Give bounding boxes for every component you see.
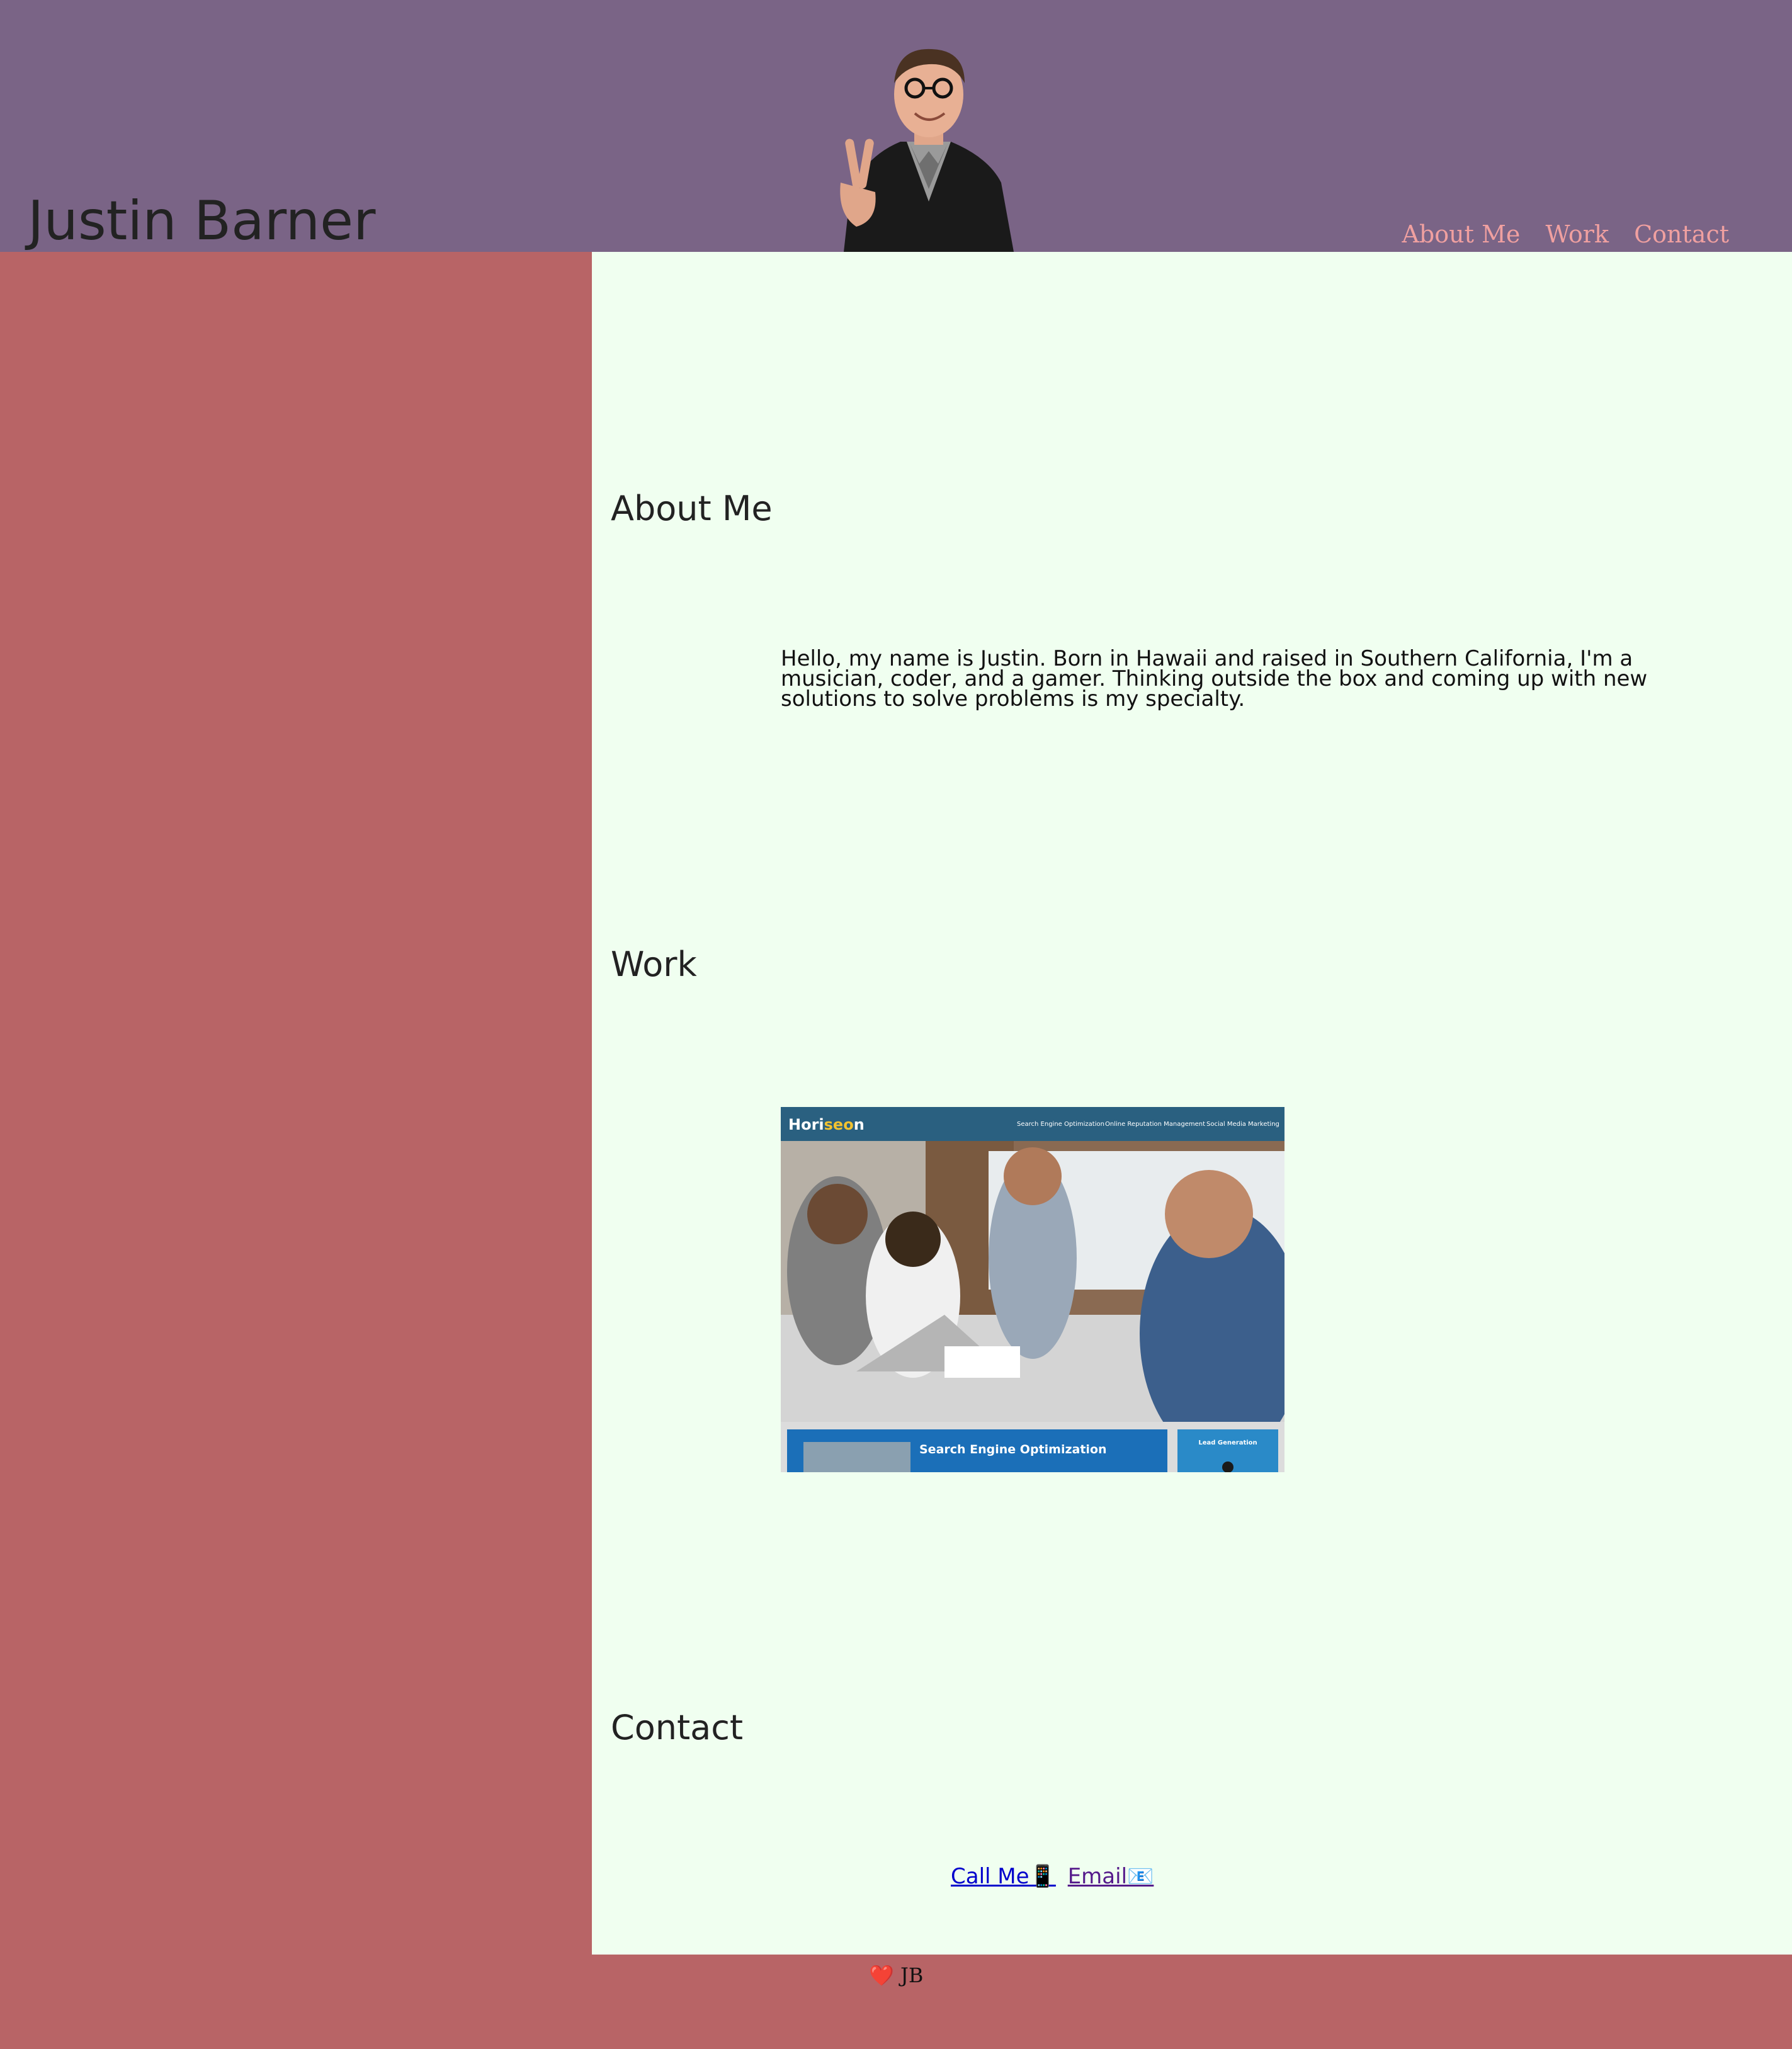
project-nav-item: Search Engine Optimization [1017,1121,1104,1128]
main-nav: About Me Work Contact [1384,220,1729,248]
footer-initials: JB [900,1963,924,1987]
heart-icon: ❤️ [869,1963,894,1987]
main-content: About Me Hello, my name is Justin. Born … [592,252,1792,1955]
project-nav-item: Social Media Marketing [1206,1121,1279,1128]
contact-links: Call Me📱 Email📧 [951,1864,1154,1889]
contact-heading: Contact [611,1708,744,1747]
project-nav-item: Online Reputation Management [1105,1121,1205,1128]
profile-portrait [840,48,1014,252]
project-side-title: Lead Generation [1198,1439,1257,1446]
project-brand: Horiseon [788,1116,865,1133]
project-feature-title: Search Engine Optimization [919,1443,1107,1456]
about-text: Hello, my name is Justin. Born in Hawaii… [781,646,1648,712]
nav-link-work[interactable]: Work [1545,220,1609,248]
site-header: Justin Barner About Me Work Contact [0,0,1792,253]
project-screenshot[interactable]: Horiseon Search Engine Optimization Onli… [781,1107,1284,1472]
site-footer: ❤️ JB [869,1963,923,1987]
sidebar [0,252,592,1955]
call-me-link[interactable]: Call Me📱 [951,1864,1056,1889]
nav-link-contact[interactable]: Contact [1634,220,1729,248]
about-heading: About Me [611,489,773,528]
work-heading: Work [611,945,697,984]
site-title: Justin Barner [28,190,376,253]
email-link[interactable]: Email📧 [1068,1864,1154,1889]
nav-link-about[interactable]: About Me [1402,220,1520,248]
project-preview-image: Horiseon Search Engine Optimization Onli… [781,1107,1284,1472]
